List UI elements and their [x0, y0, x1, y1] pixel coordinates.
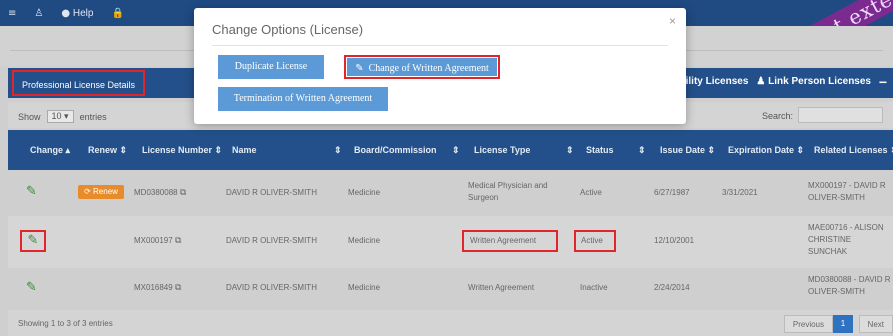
help-label: Help	[72, 7, 94, 19]
license-number-value: MX016849	[134, 283, 173, 292]
board: Medicine	[348, 188, 381, 197]
copy-icon[interactable]: ⧉	[175, 236, 181, 246]
termination-written-agreement-button[interactable]: Termination of Written Agreement	[218, 87, 388, 111]
help-icon: ●	[61, 7, 71, 19]
renew-label: Renew	[93, 187, 118, 196]
name: DAVID R OLIVER-SMITH	[226, 236, 317, 245]
related-licenses[interactable]: MD0380088 - DAVID R OLIVER-SMITH	[808, 274, 892, 298]
person-icon: ♟	[756, 76, 766, 87]
entries-label: entries	[79, 111, 107, 122]
col-license-type-sort[interactable]: ⇕	[566, 130, 574, 170]
section-title: Professional License Details	[12, 70, 146, 96]
col-license-number[interactable]: License Number ⇕	[142, 130, 222, 170]
issue-date: 12/10/2001	[654, 236, 695, 245]
table-header: Change ▴ Renew ⇕ License Number ⇕ Name ⇕…	[8, 130, 893, 170]
col-related[interactable]: Related Licenses ⇕	[814, 130, 893, 170]
expiration-date: 3/31/2021	[722, 188, 758, 197]
col-expiration-date[interactable]: Expiration Date ⇕	[728, 130, 804, 170]
pencil-icon: ✎	[355, 63, 364, 74]
name: DAVID R OLIVER-SMITH	[226, 188, 317, 197]
previous-page-button[interactable]: Previous	[783, 315, 833, 333]
license-type: Written Agreement	[462, 230, 558, 252]
license-number: MX000197 ⧉	[134, 236, 181, 246]
col-status[interactable]: Status	[586, 130, 614, 170]
issue-date: 6/27/1987	[654, 188, 690, 197]
col-expiration-date-label: Expiration Date	[728, 145, 795, 155]
table-footer: Showing 1 to 3 of 3 entries Previous 1 N…	[8, 310, 893, 336]
col-issue-date[interactable]: Issue Date ⇕	[660, 130, 715, 170]
table-row: ✎ MX016849 ⧉ DAVID R OLIVER-SMITH Medici…	[8, 268, 893, 310]
license-number: MD0380088 ⧉	[134, 188, 186, 198]
lock-icon[interactable]: 🔒	[111, 8, 123, 19]
entries-value: 10	[51, 111, 62, 121]
link-person-label: Link Person Licenses	[768, 76, 871, 87]
board: Medicine	[348, 236, 381, 245]
col-status-sort[interactable]: ⇕	[638, 130, 646, 170]
col-change-label: Change	[30, 145, 64, 155]
name: DAVID R OLIVER-SMITH	[226, 283, 317, 292]
edit-pencil-icon[interactable]: ✎	[20, 230, 46, 252]
search-input[interactable]	[798, 107, 883, 123]
help-link[interactable]: ● Help	[61, 8, 93, 19]
col-renew-label: Renew	[88, 145, 118, 155]
entries-select[interactable]: 10 ▾	[46, 110, 74, 123]
col-name-sort[interactable]: ⇕	[334, 130, 342, 170]
col-change[interactable]: Change ▴	[30, 130, 70, 170]
col-license-type[interactable]: License Type	[474, 130, 530, 170]
status: Active	[580, 188, 602, 197]
license-number: MX016849 ⧉	[134, 283, 181, 293]
col-board[interactable]: Board/Commission	[354, 130, 437, 170]
related-licenses[interactable]: MX000197 - DAVID R OLIVER-SMITH	[808, 180, 892, 204]
duplicate-license-button[interactable]: Duplicate License	[218, 55, 324, 79]
entries-info: Showing 1 to 3 of 3 entries	[18, 319, 113, 328]
page-1-button[interactable]: 1	[833, 315, 853, 333]
change-options-modal: Change Options (License) × Duplicate Lic…	[194, 8, 686, 124]
status: Active	[574, 230, 616, 252]
modal-divider	[212, 45, 668, 46]
status: Inactive	[580, 283, 608, 292]
change-written-agreement-label: Change of Written Agreement	[368, 63, 489, 74]
menu-icon[interactable]: ≡	[8, 8, 16, 19]
table-row: ✎ MX000197 ⧉ DAVID R OLIVER-SMITH Medici…	[8, 216, 893, 268]
facility-licenses-link[interactable]: cility Licenses	[680, 76, 748, 87]
col-license-number-label: License Number	[142, 145, 213, 155]
renew-button[interactable]: ⟳ Renew	[78, 185, 124, 199]
license-type: Written Agreement	[468, 283, 535, 292]
col-renew[interactable]: Renew ⇕	[88, 130, 127, 170]
issue-date: 2/24/2014	[654, 283, 690, 292]
license-number-value: MX000197	[134, 236, 173, 245]
next-page-button[interactable]: Next	[858, 315, 893, 333]
user-icon[interactable]: ♙	[34, 8, 43, 19]
col-name[interactable]: Name	[232, 130, 257, 170]
board: Medicine	[348, 283, 381, 292]
edit-pencil-icon[interactable]: ✎	[26, 280, 37, 295]
modal-title: Change Options (License)	[212, 22, 364, 37]
related-licenses[interactable]: MAE00716 - ALISON CHRISTINE SUNCHAK	[808, 222, 888, 258]
col-name-label: Name	[232, 145, 257, 155]
link-person-licenses-link[interactable]: ♟ Link Person Licenses	[756, 76, 871, 87]
edit-pencil-icon[interactable]: ✎	[26, 184, 37, 199]
change-written-agreement-button[interactable]: ✎ Change of Written Agreement	[344, 55, 500, 79]
search-label: Search:	[761, 111, 793, 121]
col-board-sort[interactable]: ⇕	[452, 130, 460, 170]
copy-icon[interactable]: ⧉	[180, 188, 186, 198]
license-number-value: MD0380088	[134, 188, 178, 197]
copy-icon[interactable]: ⧉	[175, 283, 181, 293]
col-related-label: Related Licenses	[814, 145, 888, 155]
col-issue-date-label: Issue Date	[660, 145, 706, 155]
col-status-label: Status	[586, 145, 614, 155]
table-row: ✎ ⟳ Renew MD0380088 ⧉ DAVID R OLIVER-SMI…	[8, 170, 893, 216]
license-type: Medical Physician and Surgeon	[468, 181, 548, 202]
show-label: Show	[18, 111, 41, 122]
entries-control: Show 10 ▾ entries	[18, 110, 107, 123]
collapse-icon[interactable]: −	[879, 74, 887, 90]
close-icon[interactable]: ×	[669, 14, 676, 28]
section-links: cility Licenses ♟ Link Person Licenses −	[680, 74, 887, 90]
col-license-type-label: License Type	[474, 145, 531, 155]
col-board-label: Board/Commission	[354, 145, 437, 155]
